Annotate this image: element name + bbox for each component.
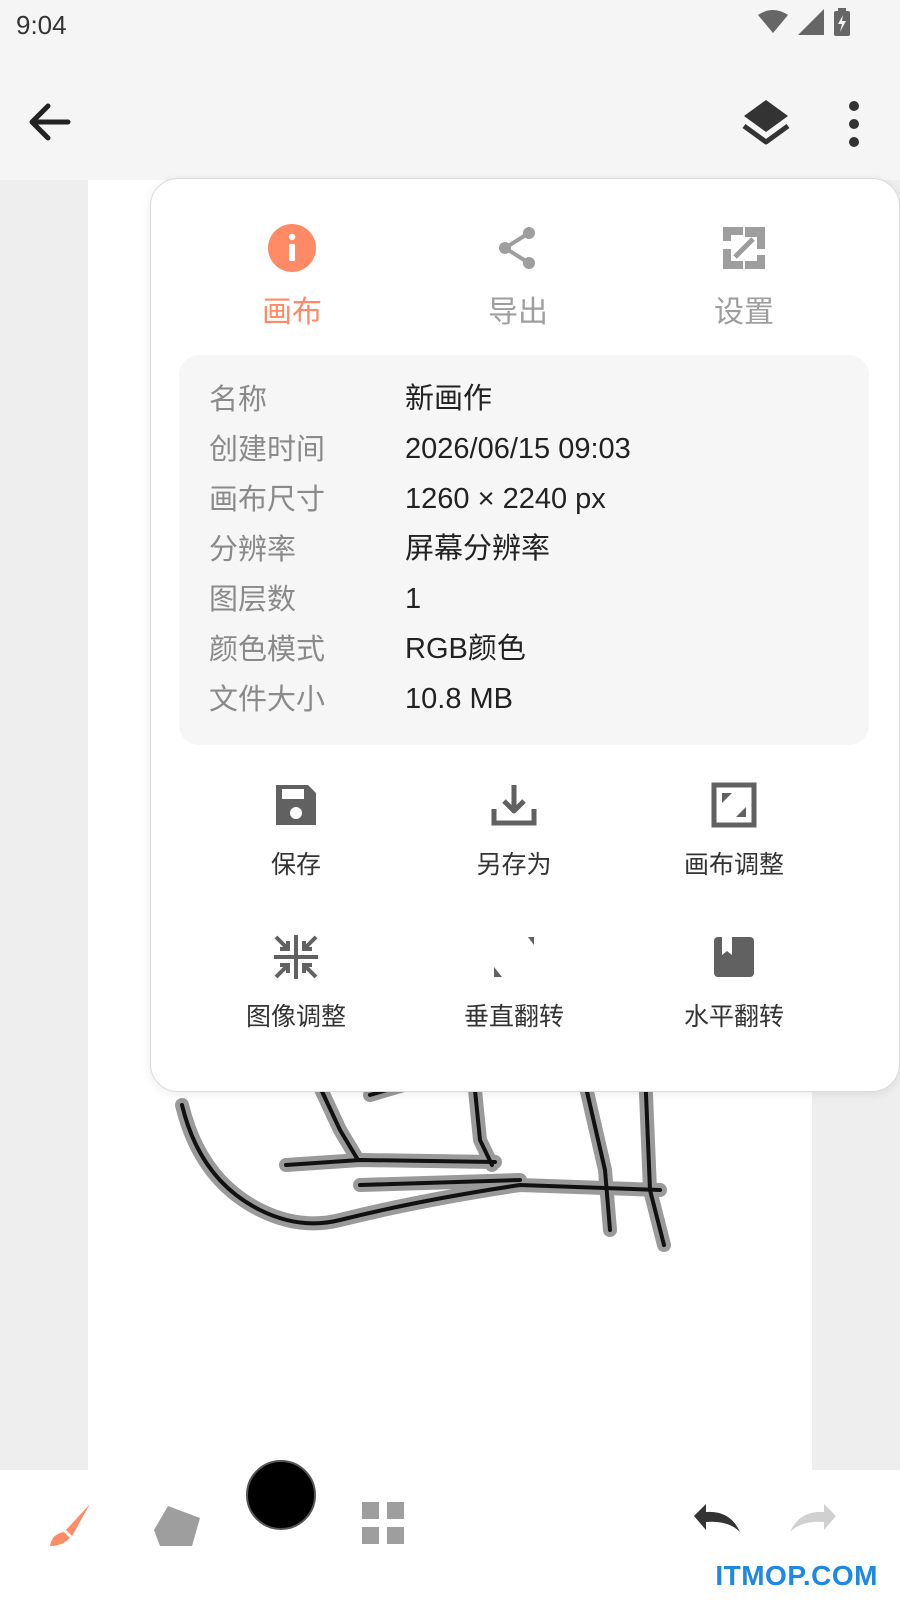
info-key: 名称 xyxy=(209,382,268,416)
status-time: 9:04 xyxy=(16,10,67,40)
color-swatch[interactable] xyxy=(246,1460,316,1530)
tab-label: 设置 xyxy=(714,295,774,330)
flip-horizontal-button[interactable]: 水平翻转 xyxy=(639,931,829,1033)
status-bar: 9:04 xyxy=(0,0,900,50)
save-as-button[interactable]: 另存为 xyxy=(419,779,609,881)
grid-apps-icon[interactable] xyxy=(360,1500,406,1546)
canvas-menu-popup: 画布 导出 设置 名称 新画作 创建时间 2026/06/15 09:03 画布… xyxy=(150,178,900,1092)
tab-export[interactable]: 导出 xyxy=(443,221,593,331)
cellular-signal-icon xyxy=(798,9,824,35)
tab-canvas[interactable]: 画布 xyxy=(217,221,367,331)
flip-vertical-icon xyxy=(494,937,534,977)
tab-settings[interactable]: 设置 xyxy=(669,221,819,331)
battery-charging-icon xyxy=(834,8,850,36)
info-value: 1260 × 2240 px xyxy=(405,483,606,515)
arrow-left-icon[interactable] xyxy=(22,94,78,150)
info-icon xyxy=(268,224,316,272)
canvas-info-card: 名称 新画作 创建时间 2026/06/15 09:03 画布尺寸 1260 ×… xyxy=(179,355,869,745)
save-icon xyxy=(276,785,316,825)
info-value: 新画作 xyxy=(405,383,493,415)
tab-label: 画布 xyxy=(262,295,322,330)
info-key: 文件大小 xyxy=(209,682,326,716)
info-key: 图层数 xyxy=(209,582,297,616)
watermark: ITMOP.COM xyxy=(715,1560,878,1591)
info-value: 10.8 MB xyxy=(405,683,513,715)
wifi-icon xyxy=(758,10,788,33)
info-key: 分辨率 xyxy=(209,532,297,566)
flip-horizontal-icon xyxy=(714,937,754,977)
settings-flip-icon xyxy=(723,227,765,269)
action-label: 垂直翻转 xyxy=(463,1002,564,1031)
info-value: 2026/06/15 09:03 xyxy=(405,433,631,465)
app-bar xyxy=(0,50,900,180)
download-icon xyxy=(491,785,537,826)
action-label: 图像调整 xyxy=(245,1002,346,1031)
info-key: 画布尺寸 xyxy=(209,482,326,516)
save-button[interactable]: 保存 xyxy=(201,779,391,881)
info-key: 颜色模式 xyxy=(209,632,326,666)
brush-icon[interactable] xyxy=(44,1500,96,1552)
info-value: RGB颜色 xyxy=(405,633,526,665)
info-value: 屏幕分辨率 xyxy=(405,533,551,565)
canvas-adjust-button[interactable]: 画布调整 xyxy=(639,779,829,881)
redo-icon[interactable] xyxy=(786,1498,842,1538)
action-label: 保存 xyxy=(270,850,321,879)
layers-icon[interactable] xyxy=(738,96,794,152)
action-label: 画布调整 xyxy=(683,850,784,879)
image-adjust-button[interactable]: 图像调整 xyxy=(201,931,391,1033)
bottom-toolbar: ITMOP.COM xyxy=(0,1460,900,1600)
action-label: 水平翻转 xyxy=(683,1002,784,1031)
eraser-icon[interactable] xyxy=(150,1500,206,1552)
share-icon xyxy=(499,227,535,269)
more-vert-icon[interactable] xyxy=(834,96,874,152)
action-label: 另存为 xyxy=(476,850,552,879)
info-key: 创建时间 xyxy=(209,432,326,466)
flip-vertical-button[interactable]: 垂直翻转 xyxy=(419,931,609,1033)
undo-icon[interactable] xyxy=(688,1498,744,1538)
tab-label: 导出 xyxy=(488,295,548,330)
image-resize-icon xyxy=(274,935,318,979)
crop-resize-icon xyxy=(711,782,757,828)
info-value: 1 xyxy=(405,583,422,615)
